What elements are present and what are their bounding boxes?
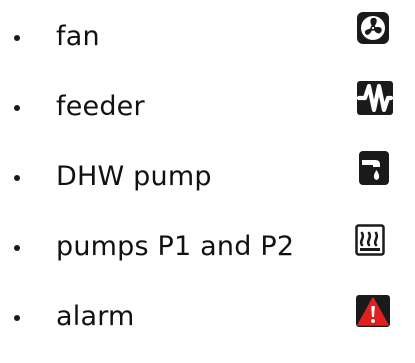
legend-label-alarm: alarm (56, 301, 135, 332)
legend-label-fan: fan (56, 21, 100, 52)
alarm-icon (355, 294, 391, 328)
legend-label-dhw-pump: DHW pump (56, 161, 212, 192)
legend-item-alarm: alarm (0, 288, 415, 348)
feeder-icon (356, 80, 394, 116)
legend-item-feeder: feeder (0, 78, 415, 138)
bullet (14, 105, 20, 111)
heating-pumps-icon (355, 224, 385, 256)
legend-item-heating-pumps: pumps P1 and P2 (0, 218, 415, 278)
icon-legend: fan feeder DHW pump pumps P1 and P2 alar… (0, 0, 415, 363)
bullet (14, 245, 20, 251)
bullet (14, 175, 20, 181)
fan-icon (356, 11, 390, 45)
legend-item-dhw-pump: DHW pump (0, 148, 415, 208)
legend-label-feeder: feeder (56, 91, 145, 122)
dhw-pump-icon (358, 150, 390, 186)
bullet (14, 315, 20, 321)
legend-item-fan: fan (0, 8, 415, 68)
legend-label-heating-pumps: pumps P1 and P2 (56, 231, 295, 262)
bullet (14, 35, 20, 41)
